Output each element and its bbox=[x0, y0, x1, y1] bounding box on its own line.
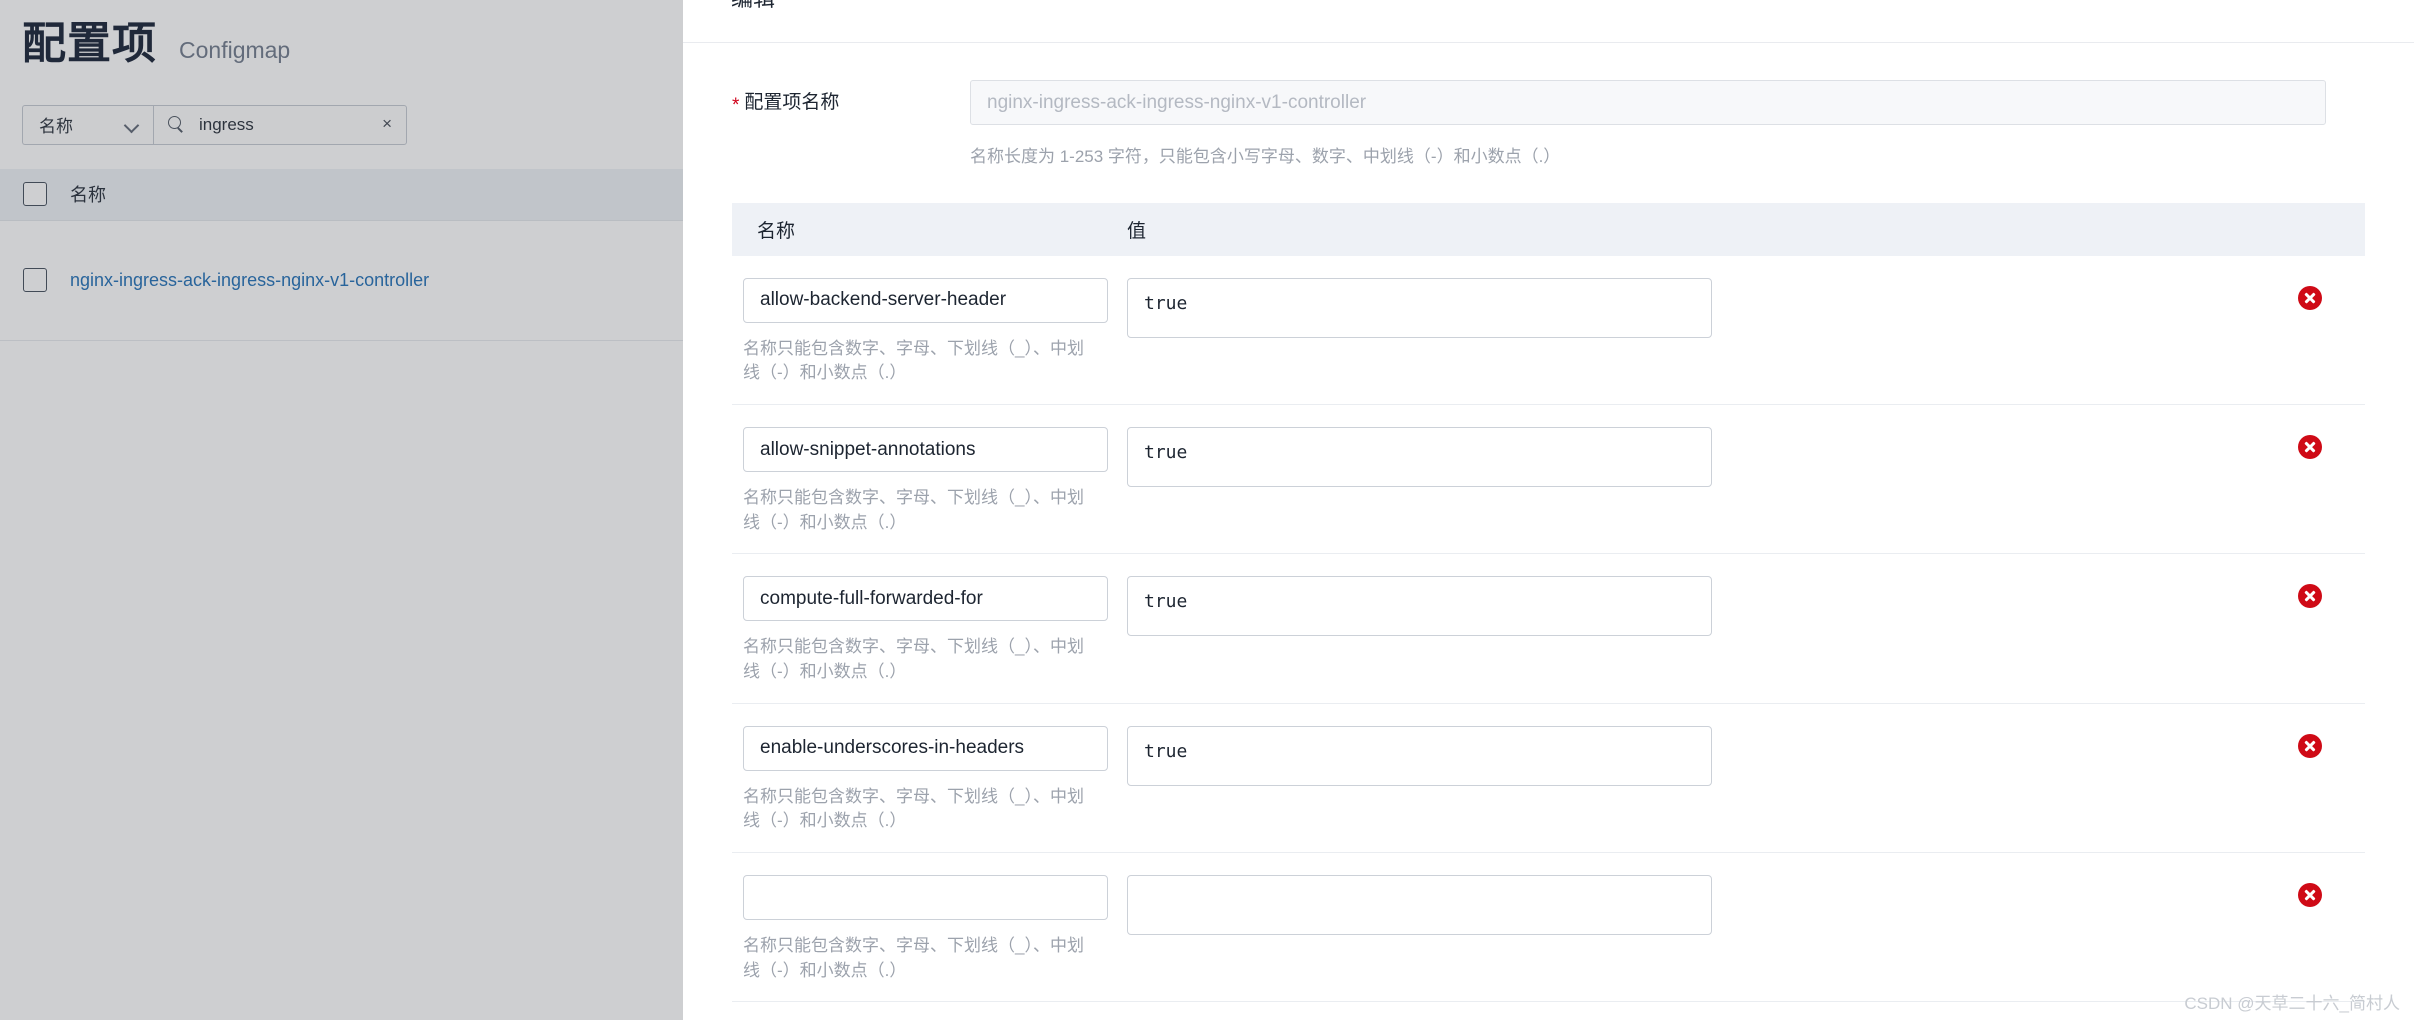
configmap-list-pane: 配置项 Configmap 名称 ingress × 名称 nginx-ingr… bbox=[0, 0, 683, 1020]
kv-name-input[interactable]: allow-backend-server-header bbox=[743, 277, 1108, 323]
kv-name-hint: 名称只能包含数字、字母、下划线（_）、中划线（-）和小数点（.） bbox=[743, 786, 1084, 831]
delete-circle-icon[interactable] bbox=[2298, 733, 2322, 758]
kv-delete-cell bbox=[2255, 427, 2365, 460]
table-row[interactable]: nginx-ingress-ack-ingress-nginx-v1-contr… bbox=[0, 220, 683, 341]
row-checkbox-cell[interactable] bbox=[0, 268, 70, 293]
column-header-name: 名称 bbox=[70, 185, 106, 206]
configmap-name-link[interactable]: nginx-ingress-ack-ingress-nginx-v1-contr… bbox=[70, 270, 429, 291]
kv-name-hint: 名称只能包含数字、字母、下划线（_）、中划线（-）和小数点（.） bbox=[743, 935, 1084, 980]
select-all-checkbox-cell[interactable] bbox=[0, 182, 70, 207]
filter-field-select-value: 名称 bbox=[39, 117, 73, 137]
page-title-row: 配置项 Configmap bbox=[0, 0, 683, 71]
kv-table-header: 名称 值 bbox=[732, 202, 2365, 256]
kv-value-input[interactable] bbox=[1127, 874, 1712, 935]
configmap-table: 名称 nginx-ingress-ack-ingress-nginx-v1-co… bbox=[0, 168, 683, 341]
delete-circle-icon[interactable] bbox=[2298, 882, 2322, 907]
select-all-checkbox[interactable] bbox=[23, 182, 47, 207]
chevron-down-icon bbox=[125, 120, 140, 129]
page-root: 配置项 Configmap 名称 ingress × 名称 nginx-ingr… bbox=[0, 0, 2414, 1020]
kv-value-cell: true bbox=[1127, 576, 2255, 637]
filter-field-select[interactable]: 名称 bbox=[22, 104, 153, 145]
kv-delete-cell bbox=[2255, 726, 2365, 758]
configmap-name-field-row: * 配置项名称 nginx-ingress-ack-ingress-nginx-v… bbox=[683, 43, 2414, 169]
configmap-name-label-text: 配置项名称 bbox=[744, 92, 840, 113]
kv-row: allow-backend-server-header 名称只能包含数字、字母、下… bbox=[732, 256, 2365, 406]
kv-delete-cell bbox=[2255, 875, 2365, 907]
kv-name-hint: 名称只能包含数字、字母、下划线（_）、中划线（-）和小数点（.） bbox=[743, 488, 1084, 532]
kv-name-cell: compute-full-forwarded-for 名称只能包含数字、字母、下划… bbox=[732, 576, 1127, 684]
kv-name-input[interactable]: compute-full-forwarded-for bbox=[743, 576, 1108, 622]
kv-delete-cell bbox=[2255, 278, 2365, 310]
kv-column-header-name: 名称 bbox=[757, 220, 796, 242]
drawer-header: 编辑 bbox=[683, 0, 2414, 43]
table-header-row: 名称 bbox=[0, 168, 683, 221]
delete-circle-icon[interactable] bbox=[2298, 584, 2322, 609]
kv-rows: allow-backend-server-header 名称只能包含数字、字母、下… bbox=[732, 256, 2365, 1003]
filter-bar: 名称 ingress × bbox=[22, 104, 407, 145]
kv-value-input[interactable]: true bbox=[1127, 427, 1712, 488]
configmap-name-label: * 配置项名称 bbox=[683, 80, 970, 125]
kv-name-hint: 名称只能包含数字、字母、下划线（_）、中划线（-）和小数点（.） bbox=[743, 637, 1084, 681]
kv-name-cell: allow-backend-server-header 名称只能包含数字、字母、下… bbox=[732, 277, 1127, 386]
kv-name-cell: enable-underscores-in-headers 名称只能包含数字、字母… bbox=[732, 725, 1127, 834]
kv-name-hint: 名称只能包含数字、字母、下划线（_）、中划线（-）和小数点（.） bbox=[743, 338, 1084, 383]
kv-name-input[interactable]: enable-underscores-in-headers bbox=[743, 725, 1108, 771]
kv-row: enable-underscores-in-headers 名称只能包含数字、字母… bbox=[732, 704, 2365, 853]
clear-search-icon[interactable]: × bbox=[380, 113, 394, 136]
kv-name-cell: allow-snippet-annotations 名称只能包含数字、字母、下划线… bbox=[732, 427, 1127, 535]
kv-value-input[interactable]: true bbox=[1127, 576, 1712, 637]
kv-value-input[interactable]: true bbox=[1127, 725, 1712, 786]
kv-name-input[interactable]: allow-snippet-annotations bbox=[743, 427, 1108, 473]
required-asterisk: * bbox=[732, 95, 740, 116]
delete-circle-icon[interactable] bbox=[2298, 285, 2322, 310]
kv-value-input[interactable]: true bbox=[1127, 277, 1712, 338]
kv-row: 名称只能包含数字、字母、下划线（_）、中划线（-）和小数点（.） bbox=[732, 853, 2365, 1003]
kv-row: allow-snippet-annotations 名称只能包含数字、字母、下划线… bbox=[732, 405, 2365, 555]
configmap-name-input[interactable]: nginx-ingress-ack-ingress-nginx-v1-contr… bbox=[970, 80, 2326, 125]
kv-value-cell: true bbox=[1127, 427, 2255, 488]
kv-table: 名称 值 allow-backend-server-header 名称只能包含数字… bbox=[732, 202, 2365, 1003]
kv-value-cell bbox=[1127, 874, 2255, 935]
row-checkbox[interactable] bbox=[23, 268, 47, 293]
configmap-name-field: nginx-ingress-ack-ingress-nginx-v1-contr… bbox=[970, 80, 2414, 169]
edit-configmap-drawer: 编辑 *配置项名称 nginx-ingress-ack-ingress-ngin… bbox=[683, 0, 2414, 1020]
delete-circle-icon[interactable] bbox=[2298, 435, 2322, 460]
drawer-body: * 配置项名称 nginx-ingress-ack-ingress-nginx-v… bbox=[683, 43, 2414, 1020]
search-icon bbox=[168, 116, 185, 133]
kv-value-cell: true bbox=[1127, 277, 2255, 338]
page-subtitle: Configmap bbox=[179, 37, 291, 63]
kv-delete-cell bbox=[2255, 576, 2365, 609]
search-input[interactable]: ingress bbox=[199, 115, 380, 135]
kv-name-cell: 名称只能包含数字、字母、下划线（_）、中划线（-）和小数点（.） bbox=[732, 874, 1127, 983]
drawer-title: 编辑 bbox=[731, 0, 775, 13]
kv-row: compute-full-forwarded-for 名称只能包含数字、字母、下划… bbox=[732, 554, 2365, 704]
kv-name-input[interactable] bbox=[743, 874, 1108, 920]
configmap-name-hint: 名称长度为 1-253 字符，只能包含小写字母、数字、中划线（-）和小数点（.） bbox=[970, 147, 1561, 166]
kv-column-header-value: 值 bbox=[1127, 220, 1147, 242]
kv-value-cell: true bbox=[1127, 725, 2255, 786]
page-title: 配置项 bbox=[22, 19, 157, 68]
search-input-wrap[interactable]: ingress × bbox=[153, 104, 407, 145]
